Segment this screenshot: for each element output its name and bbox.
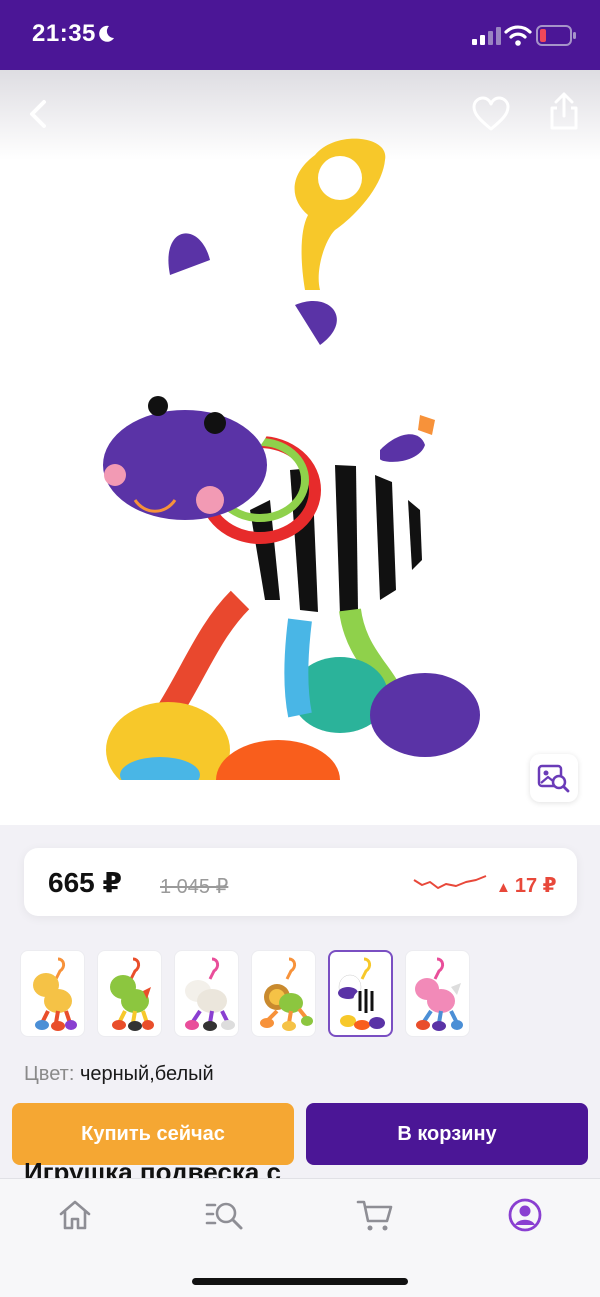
- current-price: 665 ₽: [48, 867, 122, 898]
- tab-home[interactable]: [55, 1195, 95, 1235]
- variant-thumb-pony[interactable]: [405, 950, 470, 1037]
- color-label: Цвет:: [24, 1063, 75, 1085]
- product-image[interactable]: [90, 130, 510, 780]
- old-price: 1 045 ₽: [160, 876, 229, 898]
- color-value: черный,белый: [79, 1063, 214, 1085]
- variant-thumb-giraffe[interactable]: [20, 950, 85, 1037]
- tab-catalog[interactable]: [205, 1195, 245, 1235]
- back-icon[interactable]: [18, 92, 58, 136]
- add-to-cart-button[interactable]: В корзину: [306, 1103, 588, 1165]
- moon-icon: [99, 25, 114, 42]
- home-indicator: [192, 1278, 408, 1285]
- variant-thumb-lion[interactable]: [251, 950, 316, 1037]
- buy-now-button[interactable]: Купить сейчас: [12, 1103, 294, 1165]
- image-search-icon: [537, 764, 570, 793]
- visual-search-button[interactable]: [530, 754, 578, 802]
- color-info: Цвет: черный,белый: [24, 1063, 214, 1086]
- up-arrow-icon: ▲: [496, 879, 511, 896]
- variant-thumb-sheep[interactable]: [174, 950, 239, 1037]
- price-change-value: 17 ₽: [514, 875, 557, 897]
- price-change: ▲ 17 ₽: [496, 873, 557, 898]
- share-icon[interactable]: [544, 90, 584, 134]
- catalog-search-icon: [205, 1202, 243, 1230]
- variant-thumb-zebra[interactable]: [328, 950, 393, 1037]
- bottom-tab-bar: [0, 1178, 600, 1297]
- signal-icon: [472, 27, 501, 45]
- profile-icon: [508, 1198, 542, 1232]
- tab-cart[interactable]: [355, 1195, 395, 1235]
- price-card: 665 ₽ 1 045 ₽ ▲ 17 ₽: [24, 848, 577, 916]
- heart-icon[interactable]: [470, 94, 512, 134]
- variant-thumbnails: [20, 950, 470, 1038]
- battery-icon: [536, 25, 576, 46]
- status-bar: 21:35: [0, 0, 600, 70]
- tab-profile[interactable]: [505, 1195, 545, 1235]
- variant-thumb-dragon[interactable]: [97, 950, 162, 1037]
- product-image-area[interactable]: [0, 70, 600, 825]
- wifi-icon: [504, 25, 532, 46]
- home-icon: [59, 1200, 91, 1230]
- price-trend-sparkline[interactable]: [412, 870, 490, 898]
- status-time: 21:35: [32, 20, 96, 47]
- cart-icon: [356, 1200, 393, 1231]
- product-page: 21:35 665 ₽ 1 045 ₽ ▲ 17 ₽ Цвет: черный,…: [0, 0, 600, 1297]
